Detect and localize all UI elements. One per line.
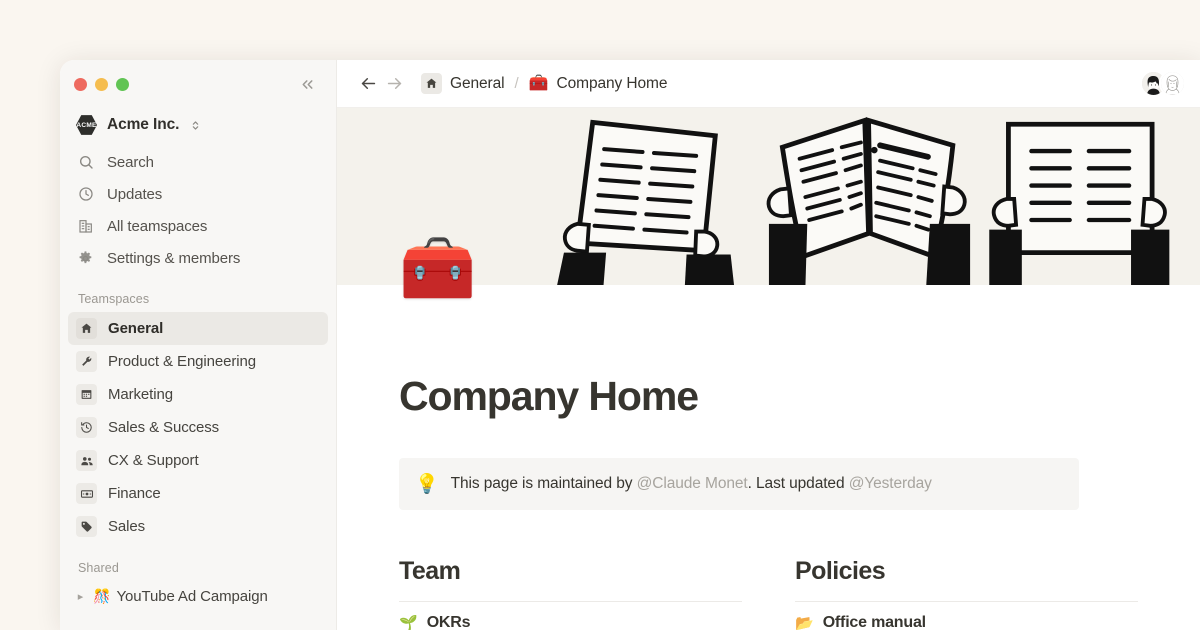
- sidebar-item-youtube-ad-campaign[interactable]: ▸ 🎊 YouTube Ad Campaign: [68, 581, 328, 611]
- teamspace-label: Finance: [108, 485, 161, 502]
- columns-row: Team 🌱 OKRs Policies 📂 Office manual: [399, 557, 1138, 630]
- sidebar-item-sales-success[interactable]: Sales & Success: [68, 411, 328, 444]
- callout-text-before: This page is maintained by: [450, 475, 637, 492]
- sidebar-item-label: Updates: [107, 185, 163, 203]
- callout-block[interactable]: 💡 This page is maintained by @Claude Mon…: [399, 458, 1079, 510]
- workspace-switcher[interactable]: ACME Acme Inc.: [68, 108, 328, 142]
- column-heading: Team: [399, 557, 461, 585]
- topbar: General / 🧰 Company Home: [337, 60, 1200, 108]
- main-content: General / 🧰 Company Home 🧰 Company Home …: [337, 60, 1200, 630]
- shared-section-label: Shared: [78, 561, 119, 575]
- teamspace-label: CX & Support: [108, 452, 199, 469]
- lightbulb-icon: 💡: [415, 473, 439, 495]
- forward-button[interactable]: [381, 71, 407, 97]
- page-title: Company Home: [399, 373, 699, 419]
- arrow-right-icon: [387, 77, 401, 90]
- teamspaces-section-label: Teamspaces: [78, 292, 150, 306]
- minimize-window-button[interactable]: [95, 77, 108, 91]
- screenshot-root: ACME Acme Inc. Search Updates All teamsp…: [0, 0, 1200, 630]
- clock-rotate-icon: [76, 417, 97, 438]
- arrow-left-icon: [361, 77, 375, 90]
- sidebar-item-updates[interactable]: Updates: [68, 178, 328, 210]
- avatar-user-2[interactable]: [1159, 70, 1186, 97]
- sidebar: ACME Acme Inc. Search Updates All teamsp…: [60, 60, 337, 630]
- list-item[interactable]: 📂 Office manual: [795, 614, 1138, 630]
- gear-icon: [77, 250, 94, 267]
- teamspace-label: Sales: [108, 518, 146, 535]
- cover-illustration: [557, 117, 1170, 285]
- callout-text-middle: . Last updated: [747, 475, 849, 492]
- list-item[interactable]: 🌱 OKRs: [399, 614, 742, 630]
- sidebar-item-product-engineering[interactable]: Product & Engineering: [68, 345, 328, 378]
- column-heading: Policies: [795, 557, 886, 585]
- breadcrumb-company-home[interactable]: 🧰 Company Home: [523, 73, 674, 95]
- breadcrumb-label: General: [450, 74, 505, 92]
- breadcrumb-label: Company Home: [556, 74, 668, 92]
- buildings-icon: [77, 218, 94, 235]
- sidebar-item-general[interactable]: General: [68, 312, 328, 345]
- tag-icon: [76, 516, 97, 537]
- folder-icon: 📂: [795, 614, 814, 630]
- chevron-double-left-icon: [302, 79, 312, 89]
- sidebar-item-cx-support[interactable]: CX & Support: [68, 444, 328, 477]
- chevron-updown-icon: [189, 119, 202, 132]
- column-policies: Policies 📂 Office manual: [795, 557, 1138, 630]
- divider: [795, 601, 1138, 602]
- confetti-icon: 🎊: [93, 587, 111, 604]
- wrench-icon: [76, 351, 97, 372]
- workspace-name: Acme Inc.: [107, 116, 180, 133]
- callout-text: This page is maintained by @Claude Monet…: [451, 475, 932, 493]
- chevron-right-icon[interactable]: ▸: [74, 590, 87, 603]
- teamspaces-list: General Product & Engineering Marketing: [68, 312, 328, 543]
- sidebar-nav: Search Updates All teamspaces Settings &…: [68, 146, 328, 274]
- sidebar-item-label: Settings & members: [107, 249, 241, 267]
- traffic-lights: [74, 77, 129, 91]
- topbar-right: [1140, 70, 1186, 97]
- breadcrumb-general[interactable]: General: [415, 71, 510, 96]
- clock-icon: [77, 186, 94, 203]
- teamspace-label: Sales & Success: [108, 419, 220, 436]
- teamspace-label: Marketing: [108, 386, 173, 403]
- avatar-image: [1161, 72, 1184, 95]
- breadcrumb-separator: /: [514, 75, 519, 92]
- mention-date[interactable]: @Yesterday: [849, 475, 932, 492]
- sidebar-item-label: All teamspaces: [107, 217, 208, 235]
- sidebar-item-all-teamspaces[interactable]: All teamspaces: [68, 210, 328, 242]
- sidebar-item-marketing[interactable]: Marketing: [68, 378, 328, 411]
- window-titlebar: [68, 60, 328, 108]
- collapse-sidebar-button[interactable]: [294, 71, 320, 97]
- maximize-window-button[interactable]: [116, 77, 129, 91]
- divider: [399, 601, 742, 602]
- calendar-icon: [76, 384, 97, 405]
- teamspace-label: General: [108, 320, 164, 337]
- teamspace-label: Product & Engineering: [108, 353, 256, 370]
- page-icon-toolbox[interactable]: 🧰: [399, 238, 476, 300]
- close-window-button[interactable]: [74, 77, 87, 91]
- banknote-icon: [76, 483, 97, 504]
- home-icon: [76, 318, 97, 339]
- sidebar-item-label: Search: [107, 153, 154, 171]
- mention-person[interactable]: @Claude Monet: [637, 475, 748, 492]
- back-button[interactable]: [355, 71, 381, 97]
- sidebar-item-search[interactable]: Search: [68, 146, 328, 178]
- column-team: Team 🌱 OKRs: [399, 557, 742, 630]
- sidebar-item-settings-members[interactable]: Settings & members: [68, 242, 328, 274]
- search-icon: [77, 154, 94, 171]
- seedling-icon: 🌱: [399, 614, 418, 630]
- people-icon: [76, 450, 97, 471]
- page-body: Company Home 💡 This page is maintained b…: [337, 373, 1200, 630]
- toolbox-icon: 🧰: [528, 74, 549, 92]
- shared-item-label: YouTube Ad Campaign: [116, 587, 268, 605]
- home-icon: [421, 73, 442, 94]
- list-item-label: Office manual: [822, 614, 926, 630]
- app-window: ACME Acme Inc. Search Updates All teamsp…: [60, 60, 1200, 630]
- sidebar-item-finance[interactable]: Finance: [68, 477, 328, 510]
- list-item-label: OKRs: [426, 614, 471, 630]
- sidebar-item-sales[interactable]: Sales: [68, 510, 328, 543]
- acme-logo-icon: ACME: [76, 115, 97, 135]
